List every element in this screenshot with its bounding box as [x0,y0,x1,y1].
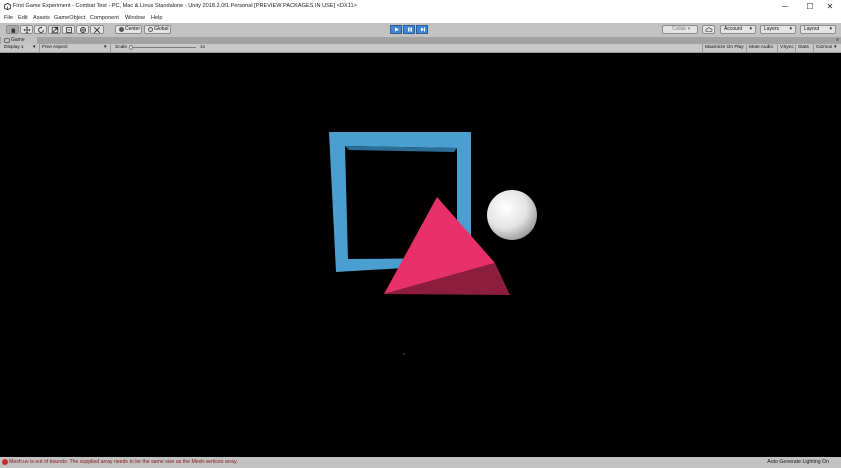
rotate-tool-button[interactable] [34,25,47,34]
status-bar: Mesh.uv is out of bounds. The supplied a… [0,457,841,468]
display-dropdown[interactable]: Display 1 [4,44,24,52]
menu-gameobject[interactable]: GameObject [54,15,85,21]
scale-slider-thumb[interactable] [129,45,133,50]
main-toolbar: Center Global Collab ▾ Account ▾ Layers … [0,23,841,38]
step-button[interactable] [416,25,428,34]
globe-icon [148,27,153,32]
custom-tool-button[interactable] [90,25,104,34]
transform-tool-button[interactable] [76,25,89,34]
divider [777,44,778,52]
account-label: Account [724,26,743,32]
window-title: First Game Experiment - Combat Test - PC… [13,3,357,9]
layers-label: Layers [764,26,780,32]
menu-component[interactable]: Component [90,15,119,21]
layers-dropdown[interactable]: Layers ▾ [760,25,796,34]
collab-dropdown[interactable]: Collab ▾ [662,25,698,34]
rotate-icon [37,26,44,33]
game-scene [329,132,537,355]
chevron-down-icon: ▾ [829,26,832,32]
gizmos-dropdown[interactable]: Gizmos [816,44,832,52]
game-viewport[interactable] [0,53,841,457]
menu-file[interactable]: File [4,15,13,21]
tools-icon [93,26,101,33]
unity-logo-icon [4,3,11,10]
maximize-button[interactable]: ☐ [800,0,820,14]
error-icon [2,459,8,465]
menu-edit[interactable]: Edit [18,15,28,21]
scene-dot [403,353,405,355]
scale-tool-button[interactable] [48,25,61,34]
game-view-toolbar: Display 1 ▾ Free Aspect ▾ Scale 1x Maxim… [0,44,841,53]
close-button[interactable]: ✕ [820,0,840,14]
tab-strip: Game ≡ [0,37,841,44]
divider [110,44,111,52]
white-sphere-object [487,190,537,240]
chevron-down-icon: ▾ [104,45,107,50]
pivot-label: Center [125,26,141,32]
tab-menu-icon[interactable]: ≡ [836,37,839,43]
menu-assets[interactable]: Assets [33,15,50,21]
rect-transform-icon [65,26,72,33]
window-title-bar: First Game Experiment - Combat Test - PC… [0,0,841,14]
divider [813,44,814,52]
divider [39,44,40,52]
tab-game[interactable]: Game [1,37,37,44]
chevron-down-icon: ▾ [789,26,792,32]
tab-game-label: Game [11,37,25,43]
stats-toggle[interactable]: Stats [798,44,809,52]
hand-tool-button[interactable] [6,25,19,34]
cloud-button[interactable] [702,25,715,34]
scale-value: 1x [200,45,206,50]
menu-window[interactable]: Window [125,15,145,21]
transform-icon [79,26,86,33]
scale-icon [51,26,58,33]
cloud-icon [705,27,712,32]
menu-help[interactable]: Help [151,15,163,21]
pivot-icon [119,27,124,32]
scale-label: Scale [115,45,127,50]
play-icon [395,27,399,32]
pause-button[interactable] [403,25,415,34]
move-arrows-icon [23,26,30,33]
mute-audio-toggle[interactable]: Mute Audio [749,44,773,52]
scale-slider-track[interactable] [130,47,196,48]
chevron-down-icon: ▾ [749,26,752,32]
divider [746,44,747,52]
pause-icon [408,27,412,32]
collab-label: Collab ▾ [672,26,691,32]
maximize-on-play-toggle[interactable]: Maximize On Play [705,44,744,52]
account-dropdown[interactable]: Account ▾ [720,25,756,34]
layout-label: Layout [804,26,820,32]
play-button[interactable] [390,25,402,34]
auto-lighting-status: Auto Generate Lighting On [767,459,829,465]
divider [795,44,796,52]
minimize-button[interactable]: ─ [775,0,795,14]
divider [702,44,703,52]
vsync-toggle[interactable]: VSync [780,44,794,52]
rect-tool-button[interactable] [62,25,75,34]
status-message[interactable]: Mesh.uv is out of bounds. The supplied a… [9,459,238,465]
space-label: Global [154,26,169,32]
space-toggle[interactable]: Global [144,25,171,34]
menu-bar: File Edit Assets GameObject Component Wi… [0,14,841,23]
gamepad-icon [4,38,10,43]
hand-icon [11,27,15,33]
step-icon [421,27,425,32]
pivot-toggle[interactable]: Center [115,25,142,34]
chevron-down-icon: ▾ [834,45,837,50]
move-tool-button[interactable] [20,25,33,34]
chevron-down-icon: ▾ [33,45,36,50]
layout-dropdown[interactable]: Layout ▾ [800,25,836,34]
aspect-dropdown[interactable]: Free Aspect [42,44,68,52]
